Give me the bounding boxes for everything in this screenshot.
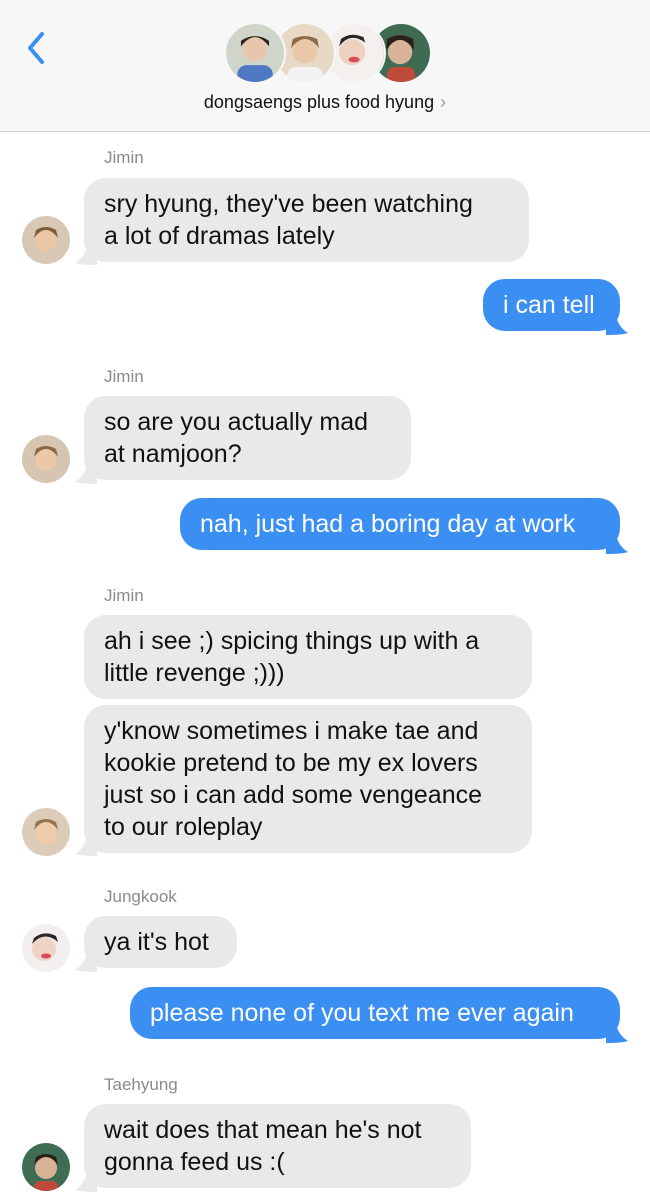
sender-name: Jimin <box>104 367 144 386</box>
bubble-tail <box>606 1023 628 1043</box>
message-bubble-outgoing[interactable]: i can tell <box>483 279 620 331</box>
message-bubble-outgoing[interactable]: please none of you text me ever again <box>130 987 620 1039</box>
message-bubble-outgoing[interactable]: nah, just had a boring day at work <box>180 498 620 550</box>
message-bubble-incoming[interactable]: wait does that mean he's not gonna feed … <box>84 1104 471 1188</box>
bubble-tail <box>75 836 97 856</box>
avatar[interactable] <box>22 216 70 264</box>
sender-name: Jungkook <box>104 887 177 906</box>
message-bubble-incoming[interactable]: sry hyung, they've been watching a lot o… <box>84 178 529 262</box>
bubble-tail <box>75 952 97 972</box>
group-avatar <box>224 22 286 84</box>
avatar[interactable] <box>22 435 70 483</box>
avatar[interactable] <box>22 808 70 856</box>
message-bubble-incoming[interactable]: ah i see ;) spicing things up with a lit… <box>84 615 532 699</box>
chevron-left-icon[interactable] <box>22 28 52 68</box>
chevron-right-icon: › <box>440 92 447 112</box>
group-name: dongsaengs plus food hyung <box>203 92 435 112</box>
bubble-tail <box>75 1172 97 1192</box>
message-bubble-incoming[interactable]: y'know sometimes i make tae and kookie p… <box>84 705 532 853</box>
avatar[interactable] <box>22 1143 70 1191</box>
sender-name: Jimin <box>104 148 144 167</box>
bubble-tail <box>606 315 628 335</box>
bubble-tail <box>75 464 97 484</box>
message-bubble-incoming[interactable]: so are you actually mad at namjoon? <box>84 396 411 480</box>
group-avatars[interactable] <box>224 22 434 86</box>
sender-name: Taehyung <box>104 1075 178 1094</box>
sender-name: Jimin <box>104 586 144 605</box>
avatar[interactable] <box>22 924 70 972</box>
conversation-header: dongsaengs plus food hyung › <box>0 0 650 132</box>
bubble-tail <box>606 534 628 554</box>
message-bubble-incoming[interactable]: ya it's hot <box>84 916 237 968</box>
group-name-button[interactable]: dongsaengs plus food hyung › <box>0 92 650 113</box>
bubble-tail <box>75 245 97 265</box>
